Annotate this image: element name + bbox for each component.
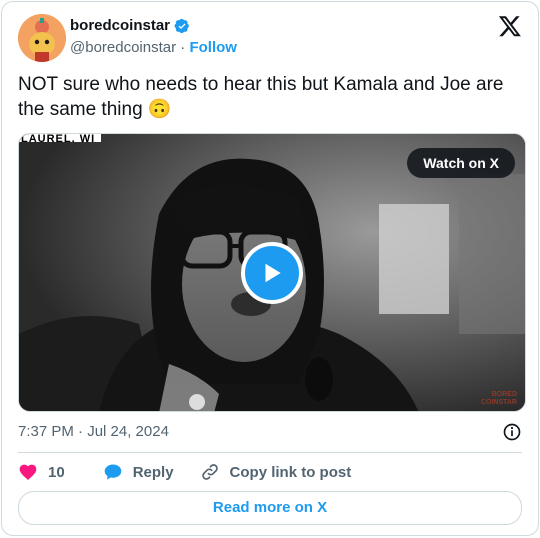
divider [18,452,522,453]
timestamp[interactable]: 7:37 PM · Jul 24, 2024 [18,423,169,440]
like-button[interactable]: 10 [18,462,65,482]
author-display-name[interactable]: boredcoinstar [70,16,170,36]
x-logo-icon[interactable] [498,14,522,38]
reply-label: Reply [132,463,174,481]
tweet-text: NOT sure who needs to hear this but Kama… [18,74,504,120]
watch-on-x-button[interactable]: Watch on X [407,148,515,178]
video-location-tag: LAUREL, WI [19,134,102,142]
author-handle[interactable]: @boredcoinstar [70,39,176,56]
copy-link-button[interactable]: Copy link to post [200,462,352,482]
tweet-meta: 7:37 PM · Jul 24, 2024 [18,422,522,442]
watermark-line2: COINSTAR [480,399,517,406]
play-button[interactable] [241,242,303,304]
watermark-line1: BORED [491,391,517,398]
video-watermark: BORED COINSTAR [481,391,517,407]
link-icon [201,464,218,480]
copy-link-label: Copy link to post [229,463,352,481]
author-handle-row: @boredcoinstar · Follow [70,38,237,58]
author-display-name-row: boredcoinstar [70,16,237,36]
reply-button[interactable]: Reply [103,462,174,482]
tweet-header: boredcoinstar @boredcoinstar · Follow [18,14,522,62]
like-count: 10 [48,463,65,481]
heart-icon [19,464,37,480]
tweet-actions: 10 Reply Copy link to post [18,462,522,482]
separator-dot: · [180,39,186,56]
verified-badge-icon [174,18,189,34]
tweet-embed-card: boredcoinstar @boredcoinstar · Follow NO… [1,1,539,536]
play-icon [265,263,281,283]
follow-button[interactable]: Follow [189,39,237,56]
video-player[interactable]: LAUREL, WI Watch on X BORED COINSTAR [18,133,526,412]
avatar[interactable] [18,14,66,62]
read-more-button[interactable]: Read more on X [18,491,522,525]
avatar-image [18,14,66,62]
reply-bubble-icon [104,464,122,480]
author-names: boredcoinstar @boredcoinstar · Follow [70,16,237,58]
info-icon[interactable] [502,422,522,442]
